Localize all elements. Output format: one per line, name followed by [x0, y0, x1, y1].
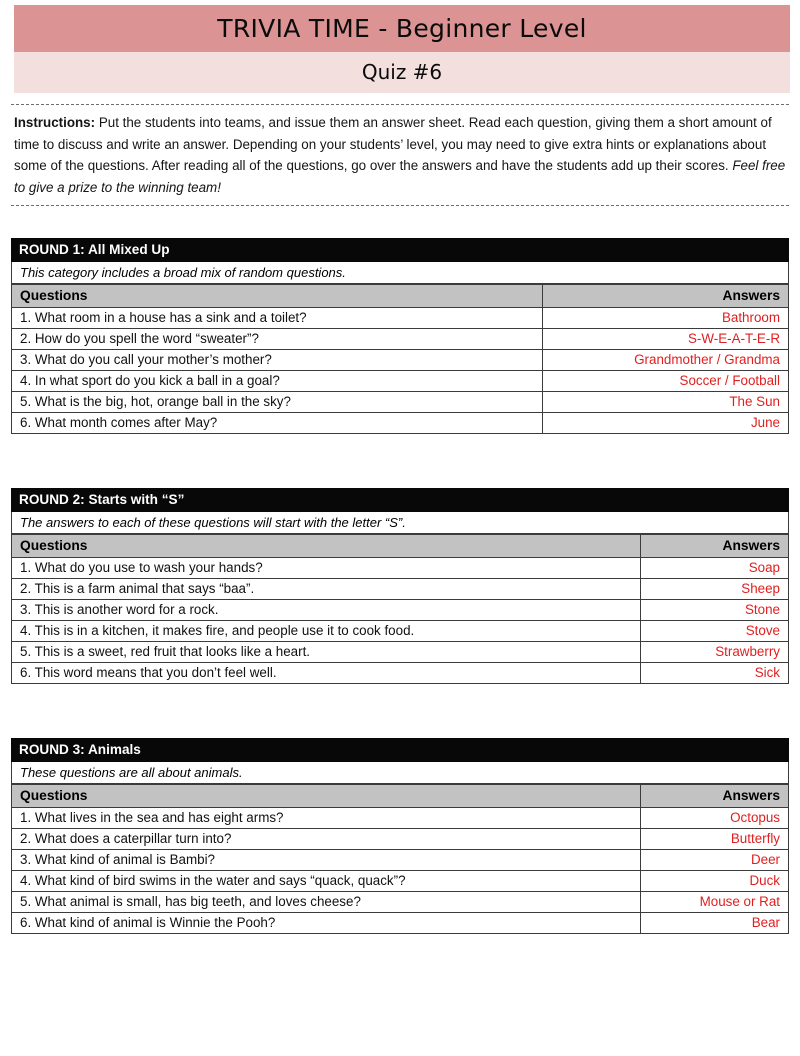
answer-cell: The Sun	[542, 391, 789, 413]
table-header-row: Questions Answers	[11, 534, 789, 558]
round-title: ROUND 1: All Mixed Up	[11, 238, 789, 262]
question-cell: 2. How do you spell the word “sweater”?	[11, 328, 543, 350]
question-cell: 5. What is the big, hot, orange ball in …	[11, 391, 543, 413]
table-row: 1. What lives in the sea and has eight a…	[11, 807, 789, 829]
table-header-row: Questions Answers	[11, 784, 789, 808]
table-row: 2. What does a caterpillar turn into? But…	[11, 828, 789, 850]
answers-column-header: Answers	[640, 784, 789, 808]
table-row: 6. This word means that you don’t feel w…	[11, 662, 789, 684]
instructions-bottom-divider	[11, 204, 789, 206]
title-banner: TRIVIA TIME - Beginner Level Quiz #6	[14, 5, 790, 93]
table-row: 3. What do you call your mother’s mother…	[11, 349, 789, 371]
table-row: 2. This is a farm animal that says “baa”…	[11, 578, 789, 600]
questions-column-header: Questions	[11, 534, 641, 558]
answer-cell: Strawberry	[640, 641, 789, 663]
round-block: ROUND 1: All Mixed Up This category inclu…	[11, 238, 789, 434]
answer-cell: Butterfly	[640, 828, 789, 850]
question-cell: 4. This is in a kitchen, it makes fire, …	[11, 620, 641, 642]
answer-cell: June	[542, 412, 789, 434]
answer-cell: Duck	[640, 870, 789, 892]
qa-table: Questions Answers 1. What do you use to wa…	[11, 534, 789, 684]
worksheet-page: TRIVIA TIME - Beginner Level Quiz #6 Ins…	[0, 0, 800, 1056]
question-cell: 3. What do you call your mother’s mother…	[11, 349, 543, 371]
question-cell: 4. What kind of bird swims in the water …	[11, 870, 641, 892]
table-row: 2. How do you spell the word “sweater”? S…	[11, 328, 789, 350]
answer-cell: Bathroom	[542, 307, 789, 329]
qa-table: Questions Answers 1. What lives in the sea…	[11, 784, 789, 934]
answer-cell: Stove	[640, 620, 789, 642]
answer-cell: Sick	[640, 662, 789, 684]
question-cell: 2. This is a farm animal that says “baa”…	[11, 578, 641, 600]
table-row: 6. What month comes after May? June	[11, 412, 789, 434]
table-row: 1. What do you use to wash your hands? So…	[11, 557, 789, 579]
table-row: 4. In what sport do you kick a ball in a…	[11, 370, 789, 392]
round-description: This category includes a broad mix of ra…	[11, 262, 789, 284]
table-header-row: Questions Answers	[11, 284, 789, 308]
table-row: 5. What animal is small, has big teeth, …	[11, 891, 789, 913]
round-description: These questions are all about animals.	[11, 762, 789, 784]
answer-cell: Stone	[640, 599, 789, 621]
question-cell: 6. This word means that you don’t feel w…	[11, 662, 641, 684]
qa-table: Questions Answers 1. What room in a house …	[11, 284, 789, 434]
answers-column-header: Answers	[542, 284, 789, 308]
question-cell: 4. In what sport do you kick a ball in a…	[11, 370, 543, 392]
answer-cell: Soccer / Football	[542, 370, 789, 392]
answers-column-header: Answers	[640, 534, 789, 558]
question-cell: 5. This is a sweet, red fruit that looks…	[11, 641, 641, 663]
question-cell: 5. What animal is small, has big teeth, …	[11, 891, 641, 913]
instructions-label: Instructions:	[14, 115, 96, 130]
table-row: 6. What kind of animal is Winnie the Poo…	[11, 912, 789, 934]
answer-cell: S-W-E-A-T-E-R	[542, 328, 789, 350]
table-row: 3. What kind of animal is Bambi? Deer	[11, 849, 789, 871]
question-cell: 6. What kind of animal is Winnie the Poo…	[11, 912, 641, 934]
table-row: 5. What is the big, hot, orange ball in …	[11, 391, 789, 413]
table-row: 4. This is in a kitchen, it makes fire, …	[11, 620, 789, 642]
instructions-body: Put the students into teams, and issue t…	[14, 115, 772, 174]
question-cell: 6. What month comes after May?	[11, 412, 543, 434]
answer-cell: Deer	[640, 849, 789, 871]
table-row: 5. This is a sweet, red fruit that looks…	[11, 641, 789, 663]
round-block: ROUND 3: Animals These questions are all …	[11, 738, 789, 934]
quiz-number: Quiz #6	[14, 52, 790, 93]
round-title: ROUND 2: Starts with “S”	[11, 488, 789, 512]
questions-column-header: Questions	[11, 284, 543, 308]
round-title: ROUND 3: Animals	[11, 738, 789, 762]
instructions-section: Instructions: Put the students into team…	[11, 104, 789, 206]
answer-cell: Soap	[640, 557, 789, 579]
round-block: ROUND 2: Starts with “S” The answers to e…	[11, 488, 789, 684]
answer-cell: Sheep	[640, 578, 789, 600]
question-cell: 2. What does a caterpillar turn into?	[11, 828, 641, 850]
question-cell: 1. What lives in the sea and has eight a…	[11, 807, 641, 829]
table-row: 1. What room in a house has a sink and a…	[11, 307, 789, 329]
instructions-text: Instructions: Put the students into team…	[11, 105, 789, 205]
answer-cell: Mouse or Rat	[640, 891, 789, 913]
question-cell: 1. What do you use to wash your hands?	[11, 557, 641, 579]
worksheet-title: TRIVIA TIME - Beginner Level	[14, 5, 790, 52]
table-row: 4. What kind of bird swims in the water …	[11, 870, 789, 892]
answer-cell: Bear	[640, 912, 789, 934]
round-description: The answers to each of these questions w…	[11, 512, 789, 534]
questions-column-header: Questions	[11, 784, 641, 808]
question-cell: 1. What room in a house has a sink and a…	[11, 307, 543, 329]
answer-cell: Octopus	[640, 807, 789, 829]
table-row: 3. This is another word for a rock. Stone	[11, 599, 789, 621]
question-cell: 3. What kind of animal is Bambi?	[11, 849, 641, 871]
question-cell: 3. This is another word for a rock.	[11, 599, 641, 621]
answer-cell: Grandmother / Grandma	[542, 349, 789, 371]
